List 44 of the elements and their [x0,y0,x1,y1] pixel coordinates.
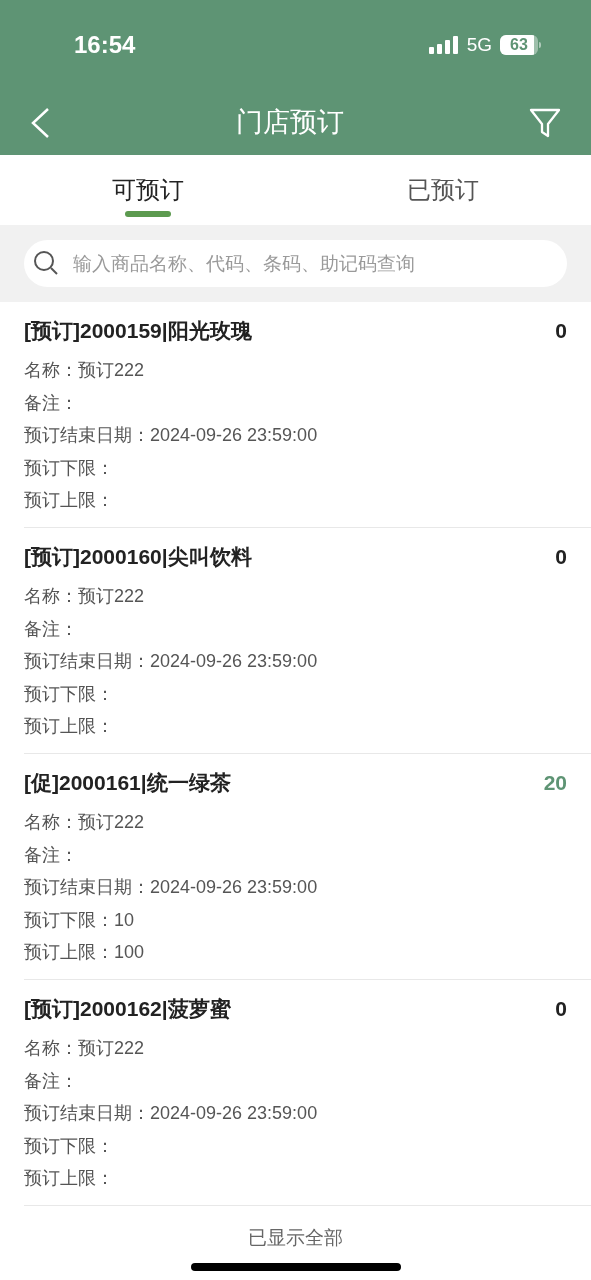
network-label: 5G [466,32,492,57]
quantity: 0 [555,544,567,571]
quantity: 20 [543,770,567,797]
item-detail: 预订结束日期：2024-09-26 23:59:00 [24,650,318,673]
item-detail: 名称：预订222 [24,359,145,382]
status-time: 16:54 [74,30,136,60]
end-of-list-text: 已显示全部 [248,1226,343,1250]
item-detail: 预订上限： [24,1167,114,1190]
item-title: [预订]2000160|尖叫饮料 [24,544,252,571]
item-detail: 预订下限：10 [24,908,135,932]
item-detail: 预订上限： [24,715,114,738]
item-detail: 预订结束日期：2024-09-26 23:59:00 [24,424,318,447]
quantity: 0 [555,318,567,345]
item-title: [促]2000161|统一绿茶 [24,770,231,797]
item-detail: 备注： [24,617,78,641]
filter-icon[interactable] [529,106,561,139]
item-title: [预订]2000162|菠萝蜜 [24,996,231,1023]
list-item[interactable]: [预订]2000162|菠萝蜜 0 名称：预订222 备注： 预订结束日期：2024-09-26 23:59:00 预订下限： 预订上限： [24,980,591,1206]
list-item[interactable]: [促]2000161|统一绿茶 20 名称：预订222 备注： 预订结束日期：2024-09-26 23:59:00 预订下限：10 预订上限：100 [24,754,591,980]
item-detail: 预订下限： [24,682,114,706]
item-title: [预订]2000159|阳光玫瑰 [24,318,252,345]
list-item[interactable]: [预订]2000159|阳光玫瑰 0 名称：预订222 备注： 预订结束日期：2024-09-26 23:59:00 预订下限： 预订上限： [24,302,591,528]
signal-icon [428,36,459,54]
back-icon[interactable] [30,106,50,139]
tab[interactable]: 可预订 [111,155,184,225]
item-detail: 名称：预订222 [24,811,145,834]
search-field[interactable]: 输入商品名称、代码、条码、助记码查询 [24,240,567,287]
item-detail: 预订下限： [24,1134,114,1158]
search-icon [33,250,59,276]
tab[interactable]: 已预订 [407,155,480,225]
item-detail: 预订上限：100 [24,941,145,964]
item-detail: 名称：预订222 [24,585,145,608]
item-detail: 备注： [24,843,78,867]
quantity: 0 [555,996,567,1023]
item-detail: 备注： [24,1069,78,1093]
item-detail: 备注： [24,391,78,415]
page-title: 门店预订 [235,106,344,140]
item-detail: 预订结束日期：2024-09-26 23:59:00 [24,1102,318,1125]
battery-icon: 63 [500,35,541,55]
list-item[interactable]: [预订]2000160|尖叫饮料 0 名称：预订222 备注： 预订结束日期：2024-09-26 23:59:00 预订下限： 预订上限： [24,528,591,754]
item-detail: 预订下限： [24,456,114,480]
item-detail: 预订结束日期：2024-09-26 23:59:00 [24,876,318,899]
item-detail: 预订上限： [24,489,114,512]
item-detail: 名称：预订222 [24,1037,145,1060]
